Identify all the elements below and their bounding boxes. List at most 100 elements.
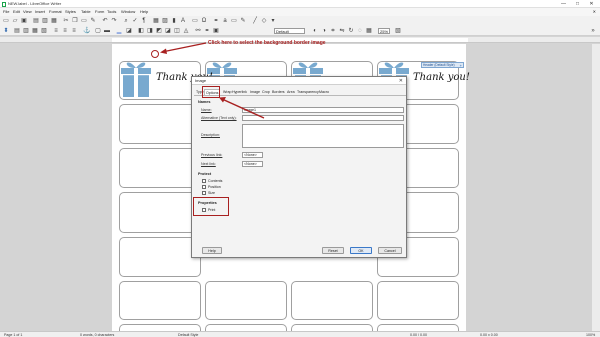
- align-right-icon[interactable]: ≡: [71, 28, 77, 34]
- export-pdf-icon[interactable]: ▤: [33, 18, 39, 24]
- insert-chart-icon[interactable]: ▮: [171, 18, 177, 24]
- label-cell[interactable]: [119, 237, 201, 277]
- flip-icon[interactable]: ⇋: [339, 28, 345, 34]
- add-header-icon[interactable]: +: [460, 63, 462, 68]
- shapes-dropdown-icon[interactable]: ▾: [270, 18, 276, 24]
- border-color-icon[interactable]: ▁: [116, 28, 122, 34]
- help-button[interactable]: Help: [202, 247, 222, 254]
- background-color-icon[interactable]: ◪: [126, 28, 132, 34]
- save-icon[interactable]: ▣: [21, 18, 27, 24]
- label-cell[interactable]: [119, 281, 201, 320]
- label-cell[interactable]: [119, 148, 201, 188]
- paste-icon[interactable]: ▭: [81, 18, 87, 24]
- spelling-icon[interactable]: ✓: [132, 18, 138, 24]
- insert-field-icon[interactable]: ▭: [192, 18, 198, 24]
- reset-button[interactable]: Reset: [322, 247, 344, 254]
- cut-icon[interactable]: ✂: [63, 18, 69, 24]
- menu-table[interactable]: Table: [81, 9, 91, 14]
- label-cell[interactable]: [119, 104, 201, 144]
- close-document-icon[interactable]: ✕: [593, 9, 596, 14]
- print-preview-icon[interactable]: ▦: [51, 18, 57, 24]
- gift-box-image[interactable]: [121, 60, 151, 98]
- border-style-icon[interactable]: ▬: [104, 28, 110, 34]
- description-field[interactable]: [242, 124, 404, 148]
- close-window-button[interactable]: ✕: [585, 0, 598, 8]
- ok-button[interactable]: OK: [350, 247, 372, 254]
- menu-help[interactable]: Help: [140, 9, 148, 14]
- menu-window[interactable]: Window: [121, 9, 135, 14]
- image-mode-icon[interactable]: ◑: [321, 28, 327, 34]
- frame-style-select[interactable]: Default: [274, 28, 305, 34]
- menu-styles[interactable]: Styles: [65, 9, 76, 14]
- comment-icon[interactable]: ▭: [231, 18, 237, 24]
- print-icon[interactable]: ▥: [42, 18, 48, 24]
- menu-format[interactable]: Format: [49, 9, 62, 14]
- menu-edit[interactable]: Edit: [13, 9, 20, 14]
- wrap-parallel-icon[interactable]: ▦: [32, 28, 38, 34]
- new-document-icon[interactable]: ▭: [3, 18, 9, 24]
- insert-table-icon[interactable]: ▦: [153, 18, 159, 24]
- image-filter-icon[interactable]: ◐: [312, 28, 318, 34]
- cancel-button[interactable]: Cancel: [378, 247, 402, 254]
- track-changes-icon[interactable]: ✎: [240, 18, 246, 24]
- minimize-button[interactable]: —: [557, 0, 570, 8]
- wrap-icon[interactable]: ▤: [14, 28, 20, 34]
- size-checkbox[interactable]: [202, 191, 206, 195]
- copy-icon[interactable]: ❐: [72, 18, 78, 24]
- contents-checkbox[interactable]: [202, 179, 206, 183]
- formatting-marks-icon[interactable]: ¶: [141, 18, 147, 24]
- vertical-scrollbar[interactable]: [592, 44, 600, 332]
- crop-icon[interactable]: ⌗: [330, 28, 336, 34]
- toolbar-overflow-icon[interactable]: »: [590, 28, 596, 34]
- bring-to-front-icon[interactable]: ◧: [138, 28, 144, 34]
- insert-textbox-icon[interactable]: A: [180, 18, 186, 24]
- find-replace-icon[interactable]: ⌕: [123, 18, 129, 24]
- name-field[interactable]: Image1: [242, 107, 404, 113]
- header-style-tag[interactable]: Header (Default Style) +: [421, 62, 464, 68]
- color-icon[interactable]: ▦: [366, 28, 372, 34]
- label-cell[interactable]: [377, 281, 459, 320]
- wrap-off-icon[interactable]: ▥: [23, 28, 29, 34]
- redo-icon[interactable]: ↷: [111, 18, 117, 24]
- menu-file[interactable]: File: [3, 9, 9, 14]
- image-dialog-icon[interactable]: ▧: [395, 28, 401, 34]
- menu-insert[interactable]: Insert: [35, 9, 45, 14]
- clone-formatting-icon[interactable]: ✎: [90, 18, 96, 24]
- label-cell[interactable]: [205, 281, 287, 320]
- position-checkbox[interactable]: [202, 185, 206, 189]
- align-left-icon[interactable]: ≡: [53, 28, 59, 34]
- unlink-frames-icon[interactable]: ⚯: [195, 28, 201, 34]
- basic-shapes-icon[interactable]: ◇: [261, 18, 267, 24]
- to-foreground-icon[interactable]: ◬: [183, 28, 189, 34]
- label-cell[interactable]: [119, 192, 201, 233]
- menu-tools[interactable]: Tools: [107, 9, 116, 14]
- rotate-icon[interactable]: ↻: [348, 28, 354, 34]
- footnote-icon[interactable]: a: [222, 18, 228, 24]
- align-center-icon[interactable]: ≡: [62, 28, 68, 34]
- next-link-select[interactable]: <None>: [242, 161, 263, 167]
- align-top-icon[interactable]: ⬍: [3, 28, 9, 34]
- menu-form[interactable]: Form: [95, 9, 104, 14]
- anchor-icon[interactable]: ⚓: [83, 28, 90, 34]
- previous-link-select[interactable]: <None>: [242, 152, 263, 158]
- transparency-icon[interactable]: ◌: [357, 28, 363, 34]
- link-frames-icon[interactable]: ⚭: [204, 28, 210, 34]
- insert-image-icon[interactable]: ▨: [162, 18, 168, 24]
- line-icon[interactable]: ╱: [252, 18, 258, 24]
- borders-icon[interactable]: ▢: [95, 28, 101, 34]
- backward-one-icon[interactable]: ◩: [156, 28, 162, 34]
- dialog-close-icon[interactable]: ✕: [399, 77, 403, 85]
- maximize-button[interactable]: □: [571, 0, 584, 8]
- zoom-select[interactable]: 25%: [378, 28, 390, 34]
- forward-one-icon[interactable]: ◨: [147, 28, 153, 34]
- to-background-icon[interactable]: ◫: [174, 28, 180, 34]
- open-icon[interactable]: ▱: [12, 18, 18, 24]
- status-page[interactable]: Page 1 of 1: [4, 333, 22, 337]
- menu-view[interactable]: View: [23, 9, 32, 14]
- undo-icon[interactable]: ↶: [102, 18, 108, 24]
- label-cell[interactable]: [291, 281, 373, 320]
- frame-properties-icon[interactable]: ▣: [213, 28, 219, 34]
- special-character-icon[interactable]: Ω: [201, 18, 207, 24]
- alt-text-field[interactable]: [242, 115, 404, 121]
- send-to-back-icon[interactable]: ◪: [165, 28, 171, 34]
